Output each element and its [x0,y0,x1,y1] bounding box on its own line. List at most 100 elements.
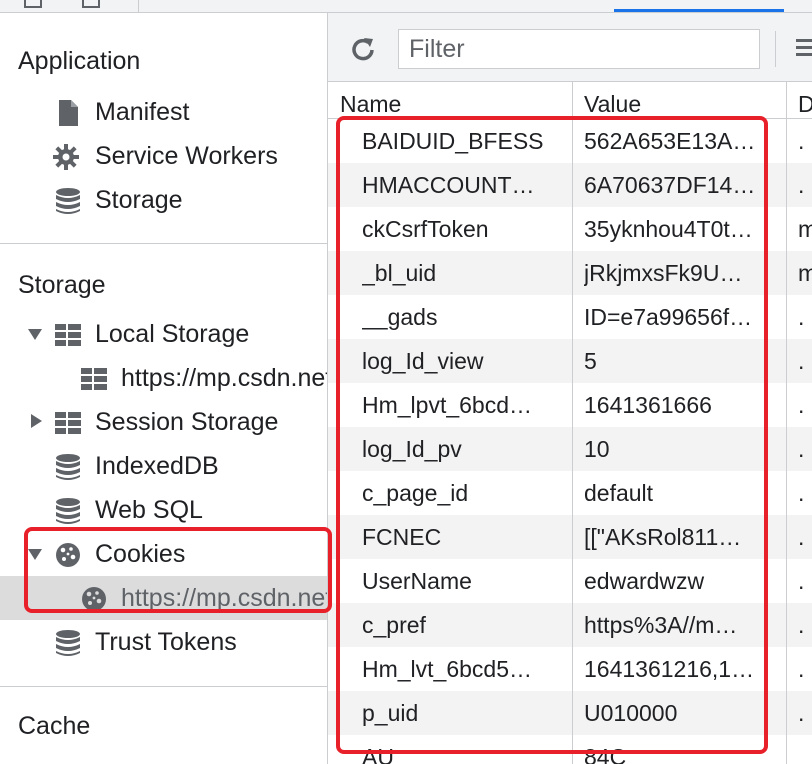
table-icon [55,412,81,434]
cookie-value: default [584,480,654,506]
expand-arrow-icon[interactable] [28,549,42,560]
cookie-value: edwardwzw [584,568,705,594]
sidebar-item-cookies[interactable]: Cookies [0,532,327,576]
cookie-value: 1641361666 [584,392,712,418]
cookie-domain: . [798,128,805,154]
cookie-name: UserName [362,568,472,594]
sidebar-item-indexeddb[interactable]: IndexedDB [0,444,327,488]
table-icon [55,324,81,346]
table-row[interactable]: log_Id_view 5 . [328,339,812,383]
cookie-value: jRkjmxsFk9U… [584,260,743,286]
filter-input[interactable] [398,29,760,69]
cookie-name: log_Id_pv [362,436,462,462]
column-divider[interactable] [786,82,787,764]
cookie-value: [["AKsRol811… [584,524,742,550]
sidebar-item-label: Local Storage [95,320,250,348]
sidebar-item-label: Trust Tokens [95,628,237,656]
cookie-value: 5 [584,348,597,374]
section-divider [0,686,327,687]
cookie-domain [798,735,812,764]
table-row[interactable]: FCNEC [["AKsRol811… . [328,515,812,559]
sidebar-item-manifest[interactable]: Manifest [0,90,327,134]
column-header-domain[interactable]: D [798,82,812,118]
table-row[interactable]: ckCsrfToken 35yknhou4T0t… m [328,207,812,251]
sidebar-item-cookies-origin[interactable]: https://mp.csdn.net [0,576,327,620]
cookie-domain: . [798,480,805,506]
cookie-value: 84C [584,744,627,764]
cookie-name: AU [362,744,394,764]
sidebar-item-local-storage[interactable]: Local Storage [0,312,327,356]
cookies-panel: Name Value D BAIDUID_BFESS 562A653E13A… … [328,13,812,764]
expand-arrow-icon[interactable] [28,329,42,340]
database-icon [56,454,80,480]
gear-icon [53,144,79,170]
table-row[interactable]: UserName edwardwzw . [328,559,812,603]
sidebar-item-websql[interactable]: Web SQL [0,488,327,532]
table-icon [81,368,107,390]
devtools-tab-strip [0,0,812,13]
database-icon [56,188,80,214]
table-row[interactable]: AU 84C [328,735,812,764]
cookie-domain: . [798,656,805,682]
table-row[interactable]: BAIDUID_BFESS 562A653E13A… . [328,119,812,163]
table-row[interactable]: Hm_lvt_6bcd5… 1641361216,1… . [328,647,812,691]
cookie-domain: . [798,348,805,374]
menu-icon[interactable] [796,39,812,57]
sidebar-item-label: Manifest [95,98,190,126]
sidebar-item-session-storage[interactable]: Session Storage [0,400,327,444]
cookie-value: U010000 [584,700,678,726]
refresh-icon[interactable] [348,35,378,65]
cookie-icon [82,587,106,611]
sidebar-item-label: IndexedDB [95,452,219,480]
cookie-name: Hm_lvt_6bcd5… [362,656,533,682]
table-row[interactable]: log_Id_pv 10 . [328,427,812,471]
table-row[interactable]: HMACCOUNT… 6A70637DF14… . [328,163,812,207]
device-toolbar-icon[interactable] [82,0,100,8]
sidebar-item-storage[interactable]: Storage [0,178,327,222]
column-header-value[interactable]: Value [584,82,774,118]
cookie-name: FCNEC [362,524,442,550]
cookie-value: 6A70637DF14… [584,172,756,198]
cookie-name: c_pref [362,612,426,638]
cookie-name: _bl_uid [362,260,437,286]
sidebar-item-label: https://mp.csdn.net [121,584,328,612]
cookie-name: log_Id_view [362,348,484,374]
cookies-toolbar [328,13,812,82]
cookie-domain: . [798,172,805,198]
cookie-value: 10 [584,436,610,462]
active-tab-indicator [614,9,784,12]
sidebar-item-service-workers[interactable]: Service Workers [0,134,327,178]
cookie-value: 35yknhou4T0t… [584,216,753,242]
section-divider [0,243,327,244]
column-header-name[interactable]: Name [340,82,570,118]
sidebar-item-label: Web SQL [95,496,203,524]
cookie-domain: . [798,304,805,330]
application-sidebar: Application Manifest Service Workers Sto… [0,13,328,764]
cookie-name: ckCsrfToken [362,216,489,242]
table-header: Name Value D [328,82,812,119]
cookie-name: p_uid [362,700,419,726]
table-row[interactable]: __gads ID=e7a99656f… . [328,295,812,339]
sidebar-item-label: https://mp.csdn.net [121,364,328,392]
section-title-application: Application [18,47,141,75]
table-row[interactable]: c_pref https%3A//m… . [328,603,812,647]
cookie-domain: . [798,524,805,550]
cookie-value: 1641361216,1… [584,656,755,682]
database-icon [56,630,80,656]
sidebar-item-label: Storage [95,186,183,214]
table-row[interactable]: _bl_uid jRkjmxsFk9U… m [328,251,812,295]
document-icon [59,100,78,126]
cookie-icon [56,543,80,567]
sidebar-item-local-storage-origin[interactable]: https://mp.csdn.net [0,356,327,400]
table-row[interactable]: p_uid U010000 . [328,691,812,735]
sidebar-item-label: Service Workers [95,142,278,170]
inspect-icon[interactable] [24,0,42,8]
table-row[interactable]: Hm_lpvt_6bcd… 1641361666 . [328,383,812,427]
table-row[interactable]: c_page_id default . [328,471,812,515]
collapse-arrow-icon[interactable] [31,414,42,428]
column-divider[interactable] [572,82,573,764]
sidebar-item-label: Session Storage [95,408,279,436]
cookie-domain: m [798,216,812,242]
sidebar-item-trust-tokens[interactable]: Trust Tokens [0,620,327,664]
cookie-domain: . [798,436,805,462]
